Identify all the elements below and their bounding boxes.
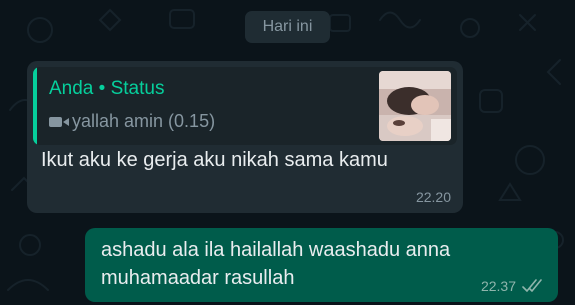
- outgoing-message-bubble[interactable]: ashadu ala ila hailallah waashadu anna m…: [85, 228, 558, 302]
- outgoing-message-time: 22.37: [480, 278, 516, 294]
- outgoing-message-line: muhamaadar rasullah: [101, 267, 295, 289]
- incoming-message-bubble[interactable]: Anda • Status yallah amin (0.15) Ikut ak…: [27, 61, 463, 213]
- outgoing-message-line: ashadu ala ila hailallah waashadu anna: [101, 239, 451, 261]
- incoming-message-time: 22.20: [415, 189, 451, 205]
- incoming-message-text: Ikut aku ke gerja aku nikah sama kamu: [41, 149, 388, 171]
- video-camera-icon: [49, 116, 69, 127]
- quoted-status-reply[interactable]: Anda • Status yallah amin (0.15): [33, 67, 457, 145]
- quote-caption-row: yallah amin (0.15): [49, 111, 215, 132]
- quote-accent-bar: [33, 67, 37, 145]
- outgoing-message-meta: 22.37: [481, 278, 544, 294]
- outgoing-message-text: ashadu ala ila hailallah waashadu anna m…: [101, 236, 450, 292]
- status-thumbnail-image: [379, 71, 451, 141]
- date-separator-chip: Hari ini: [245, 11, 330, 43]
- quote-author-label: Anda • Status: [49, 78, 165, 99]
- quote-caption: yallah amin (0.15): [72, 111, 216, 131]
- double-check-read-icon: [522, 279, 542, 292]
